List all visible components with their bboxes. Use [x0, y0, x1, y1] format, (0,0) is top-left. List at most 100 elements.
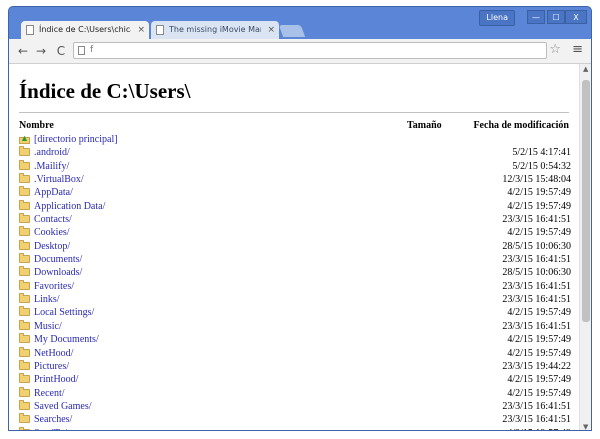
close-window-button[interactable]: X	[565, 10, 587, 24]
table-row: Searches/23/3/15 16:41:51	[19, 413, 571, 426]
tab-title: The missing iMovie Manu	[169, 25, 261, 34]
table-row: Pictures/23/3/15 19:44:22	[19, 359, 571, 373]
modified-date: 28/5/15 10:06:30	[502, 240, 571, 252]
folder-link[interactable]: Desktop/	[34, 240, 70, 253]
folder-link[interactable]: Saved Games/	[34, 400, 92, 413]
modified-date: 23/3/15 16:41:51	[502, 254, 571, 266]
scroll-down-arrow-icon[interactable]: ▼	[583, 423, 588, 430]
browser-toolbar: ← → C f ☆ ≡	[9, 39, 591, 64]
folder-icon	[19, 226, 30, 237]
profile-button[interactable]: Llena	[479, 10, 515, 26]
folder-link[interactable]: NetHood/	[34, 347, 73, 360]
back-icon[interactable]: ←	[15, 43, 31, 59]
modified-date: 4/2/15 19:57:49	[507, 374, 571, 386]
table-row: PrintHood/4/2/15 19:57:49	[19, 373, 571, 386]
menu-icon[interactable]: ≡	[572, 42, 583, 58]
column-header-size[interactable]: Tamaño	[407, 120, 442, 131]
table-row: .android/5/2/15 4:17:41	[19, 146, 571, 159]
vertical-scrollbar[interactable]: ▲ ▼	[579, 64, 591, 430]
scrollbar-thumb[interactable]	[582, 80, 590, 322]
folder-link[interactable]: Music/	[34, 320, 62, 333]
folder-link[interactable]: .android/	[34, 146, 70, 159]
folder-icon	[19, 399, 30, 410]
folder-icon	[19, 239, 30, 250]
folder-icon	[19, 346, 30, 357]
reload-icon[interactable]: C	[53, 43, 69, 59]
minimize-button[interactable]: —	[527, 10, 545, 24]
modified-date: 23/3/15 16:41:51	[502, 294, 571, 306]
modified-date: 4/2/15 19:57:49	[507, 187, 571, 199]
folder-icon	[19, 413, 30, 424]
folder-icon	[19, 279, 30, 290]
modified-date: 4/2/15 19:57:49	[507, 387, 571, 399]
folder-icon	[19, 146, 30, 157]
table-row: Downloads/28/5/15 10:06:30	[19, 266, 571, 279]
folder-icon	[19, 386, 30, 397]
folder-icon	[19, 306, 30, 317]
folder-link[interactable]: My Documents/	[34, 333, 99, 346]
address-bar[interactable]: f	[73, 42, 547, 59]
folder-icon	[19, 333, 30, 344]
tab-imovie-manual[interactable]: The missing iMovie Manu ×	[151, 21, 279, 39]
table-row: Cookies/4/2/15 19:57:49	[19, 226, 571, 239]
modified-date: 23/3/15 19:44:22	[502, 360, 571, 372]
folder-icon	[19, 426, 30, 430]
table-row: SendTo/4/2/15 19:57:49	[19, 426, 571, 430]
folder-link[interactable]: PrintHood/	[34, 373, 78, 386]
close-tab-icon[interactable]: ×	[267, 21, 275, 39]
folder-link[interactable]: Favorites/	[34, 280, 74, 293]
folder-link[interactable]: SendTo/	[34, 427, 67, 430]
folder-link[interactable]: Contacts/	[34, 213, 72, 226]
maximize-button[interactable]: ☐	[547, 10, 565, 24]
folder-link[interactable]: .VirtualBox/	[34, 173, 84, 186]
scroll-up-arrow-icon[interactable]: ▲	[583, 65, 588, 73]
folder-link[interactable]: Local Settings/	[34, 306, 94, 319]
page-icon	[26, 25, 34, 35]
modified-date: 5/2/15 4:17:41	[512, 147, 571, 159]
folder-icon	[19, 373, 30, 384]
column-header-name[interactable]: Nombre	[19, 120, 54, 131]
bookmark-star-icon[interactable]: ☆	[549, 42, 561, 58]
table-row: Links/23/3/15 16:41:51	[19, 293, 571, 306]
table-row: .Mailify/5/2/15 0:54:32	[19, 159, 571, 173]
modified-date: 5/2/15 0:54:32	[512, 160, 571, 172]
page-info-icon[interactable]	[78, 46, 85, 55]
folder-icon	[19, 293, 30, 304]
forward-icon[interactable]: →	[33, 43, 49, 59]
close-tab-icon[interactable]: ×	[137, 21, 145, 39]
modified-date: 23/3/15 16:41:51	[502, 400, 571, 412]
tab-directory-index[interactable]: Índice de C:\Users\chicag ×	[21, 21, 149, 39]
table-row: Documents/23/3/15 16:41:51	[19, 253, 571, 266]
modified-date: 12/3/15 15:48:04	[502, 174, 571, 186]
modified-date: 4/2/15 19:57:49	[507, 334, 571, 346]
parent-directory-row: ▲ [directorio principal]	[19, 133, 571, 146]
folder-link[interactable]: Downloads/	[34, 266, 82, 279]
modified-date: 4/2/15 19:57:49	[507, 227, 571, 239]
table-row: Desktop/28/5/15 10:06:30	[19, 239, 571, 253]
folder-link[interactable]: Links/	[34, 293, 60, 306]
folder-link[interactable]: Application Data/	[34, 200, 105, 213]
parent-directory-link[interactable]: [directorio principal]	[34, 133, 118, 146]
folder-icon	[19, 173, 30, 184]
folder-link[interactable]: Searches/	[34, 413, 72, 426]
folder-link[interactable]: Recent/	[34, 387, 65, 400]
modified-date: 4/2/15 19:57:49	[507, 347, 571, 359]
folder-link[interactable]: .Mailify/	[34, 160, 69, 173]
table-row: NetHood/4/2/15 19:57:49	[19, 346, 571, 360]
folder-link[interactable]: Documents/	[34, 253, 82, 266]
page-content: Índice de C:\Users\ Nombre Tamaño Fecha …	[9, 64, 579, 430]
folder-link[interactable]: Pictures/	[34, 360, 69, 373]
page-title: Índice de C:\Users\	[19, 79, 191, 103]
table-row: Saved Games/23/3/15 16:41:51	[19, 399, 571, 413]
modified-date: 23/3/15 16:41:51	[502, 280, 571, 292]
table-row: Music/23/3/15 16:41:51	[19, 319, 571, 333]
folder-link[interactable]: AppData/	[34, 186, 73, 199]
modified-date: 4/2/15 19:57:49	[507, 307, 571, 319]
folder-icon	[19, 186, 30, 197]
column-header-date[interactable]: Fecha de modificación	[473, 120, 569, 131]
table-row: Recent/4/2/15 19:57:49	[19, 386, 571, 400]
up-folder-icon: ▲	[19, 133, 30, 144]
url-text: f	[90, 45, 94, 55]
folder-link[interactable]: Cookies/	[34, 226, 70, 239]
new-tab-button[interactable]	[278, 25, 306, 37]
